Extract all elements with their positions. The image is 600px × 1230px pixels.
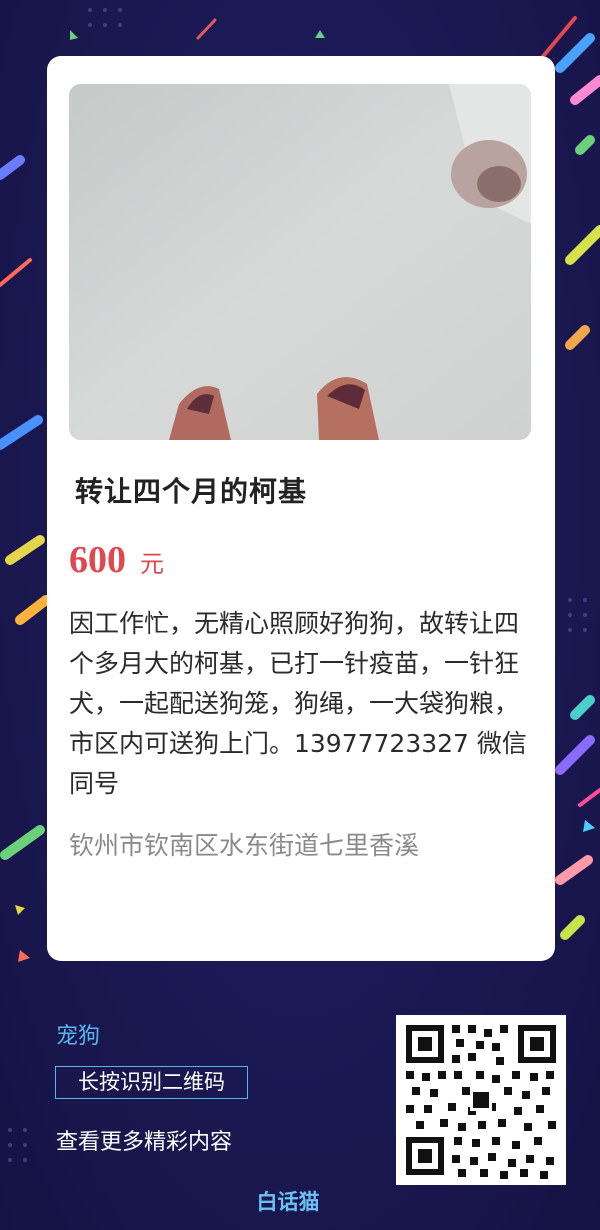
- scan-qr-hint: 长按识别二维码: [55, 1066, 248, 1099]
- brand-name: 白话猫: [256, 1190, 320, 1214]
- post-address: 钦州市钦南区水东街道七里香溪: [69, 831, 420, 860]
- more-content-label: 查看更多精彩内容: [56, 1130, 233, 1155]
- post-card[interactable]: 转让四个月的柯基 600 元 因工作忙，无精心照顾好狗狗，故转让四个多月大的柯基，…: [47, 56, 555, 961]
- category-label[interactable]: 宠狗: [56, 1018, 100, 1050]
- qr-code-icon[interactable]: [396, 1015, 566, 1185]
- price-unit: 元: [140, 550, 164, 578]
- price-value: 600: [69, 539, 126, 581]
- post-description: 因工作忙，无精心照顾好狗狗，故转让四个多月大的柯基，已打一针疫苗，一针狂犬，一起…: [69, 609, 527, 798]
- post-title: 转让四个月的柯基: [75, 475, 308, 508]
- price: 600 元: [69, 538, 164, 582]
- post-photo[interactable]: [69, 84, 531, 440]
